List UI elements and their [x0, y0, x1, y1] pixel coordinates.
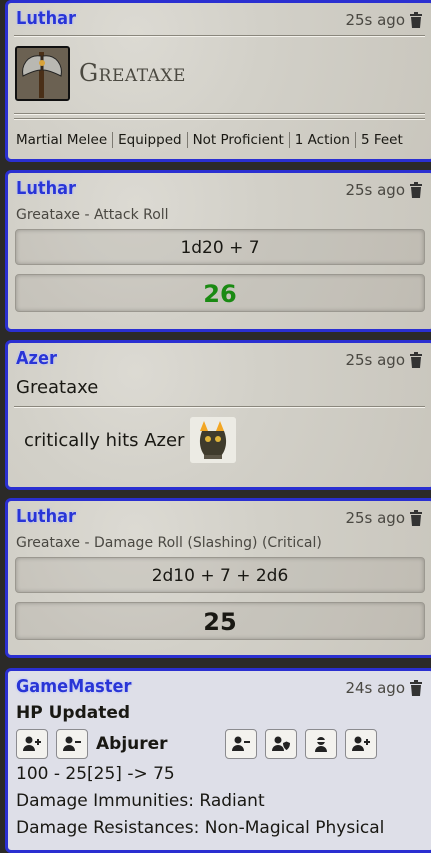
- critical-hit-line: critically hits Azer: [24, 408, 425, 472]
- damage-immunities: Damage Immunities: Radiant: [16, 791, 265, 811]
- remove-user-button[interactable]: [224, 729, 257, 759]
- add-user-button[interactable]: [344, 729, 377, 759]
- speaker-name[interactable]: Azer: [16, 348, 57, 369]
- message-timestamp: 25s ago: [345, 351, 405, 369]
- property-tag: Equipped: [112, 132, 186, 148]
- message-header: Luthar 25s ago: [14, 505, 425, 533]
- hp-change-line: 100 - 25[25] -> 75: [16, 764, 175, 784]
- chat-message-critical-hit: Azer 25s ago Greataxe critically hits Az…: [5, 340, 431, 490]
- chat-message-damage-roll: Luthar 25s ago Greataxe - Damage Roll (S…: [5, 498, 431, 658]
- item-header: Greataxe: [14, 43, 425, 103]
- hp-update-title: HP Updated: [16, 703, 131, 723]
- message-timestamp: 25s ago: [345, 181, 405, 199]
- chat-message-hp-update: GameMaster 24s ago HP Updated Abjurer 10…: [5, 668, 431, 853]
- speaker-name[interactable]: Luthar: [16, 178, 76, 199]
- chat-message-item-card: Luthar 25s ago Greataxe Martial Melee Eq…: [5, 0, 431, 162]
- user-ninja-icon: [314, 737, 327, 752]
- speaker-name[interactable]: GameMaster: [16, 676, 131, 697]
- dice-formula[interactable]: 2d10 + 7 + 2d6: [15, 557, 425, 593]
- trash-icon[interactable]: [409, 680, 423, 696]
- property-tag: Not Proficient: [186, 132, 289, 148]
- user-plus-icon: [23, 736, 41, 751]
- speaker-name[interactable]: Luthar: [16, 8, 76, 29]
- roll-flavor: Greataxe - Damage Roll (Slashing) (Criti…: [16, 535, 322, 551]
- roll-flavor: Greataxe - Attack Roll: [16, 207, 169, 223]
- critical-hit-text: critically hits Azer: [24, 429, 185, 451]
- user-ninja-button[interactable]: [304, 729, 337, 759]
- message-subject: Greataxe: [16, 377, 99, 398]
- damage-resistances: Damage Resistances: Non-Magical Physical: [16, 818, 385, 838]
- azer-token-image[interactable]: [190, 417, 237, 463]
- speaker-name[interactable]: Luthar: [16, 506, 76, 527]
- item-name: Greataxe: [79, 59, 186, 87]
- add-user-button[interactable]: [16, 729, 48, 759]
- message-timestamp: 24s ago: [345, 679, 405, 697]
- message-header: Azer 25s ago: [14, 347, 425, 375]
- item-divider-2: [14, 118, 425, 120]
- user-shield-icon: [271, 736, 290, 751]
- dice-total[interactable]: 26: [15, 274, 425, 312]
- dice-total[interactable]: 25: [15, 602, 425, 640]
- remove-user-button[interactable]: [56, 729, 88, 759]
- user-shield-button[interactable]: [264, 729, 297, 759]
- message-header: Luthar 25s ago: [14, 7, 425, 35]
- property-tag: 1 Action: [288, 132, 355, 148]
- user-minus-icon: [63, 736, 81, 751]
- property-tag: Martial Melee: [16, 132, 108, 148]
- header-divider: [14, 35, 425, 37]
- chat-message-attack-roll: Luthar 25s ago Greataxe - Attack Roll 1d…: [5, 170, 431, 332]
- trash-icon[interactable]: [409, 352, 423, 368]
- item-properties: Martial Melee Equipped Not Proficient 1 …: [14, 132, 425, 148]
- message-timestamp: 25s ago: [345, 11, 405, 29]
- trash-icon[interactable]: [409, 12, 423, 28]
- message-header: Luthar 25s ago: [14, 177, 425, 205]
- target-name: Abjurer: [96, 734, 168, 754]
- dice-formula[interactable]: 1d20 + 7: [15, 229, 425, 265]
- greataxe-image[interactable]: [15, 45, 70, 101]
- user-minus-icon: [231, 736, 250, 751]
- hp-action-buttons: Abjurer: [16, 727, 425, 761]
- trash-icon[interactable]: [409, 182, 423, 198]
- message-header: GameMaster 24s ago: [14, 675, 425, 703]
- trash-icon[interactable]: [409, 510, 423, 526]
- item-divider: [14, 113, 425, 115]
- message-timestamp: 25s ago: [345, 509, 405, 527]
- user-plus-icon: [351, 736, 370, 751]
- property-tag: 5 Feet: [354, 132, 408, 148]
